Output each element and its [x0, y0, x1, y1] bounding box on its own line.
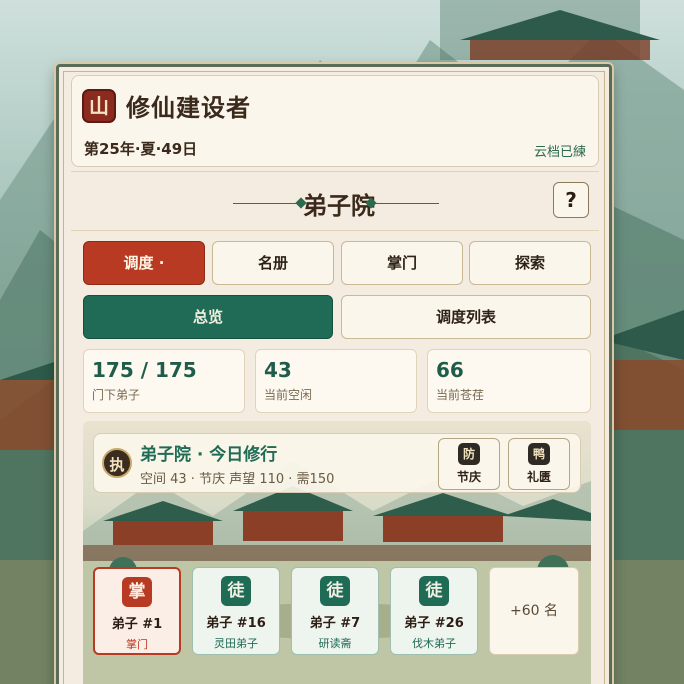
disciple-role: 伐木弟子: [412, 637, 456, 650]
stat-idle: 43 当前空闲: [255, 349, 417, 413]
disciple-role: 灵田弟子: [214, 637, 258, 650]
scene-header: 执 弟子院 · 今日修行 空间 43 · 节庆 声望 110 · 需150 防 …: [93, 433, 581, 493]
help-button[interactable]: ?: [553, 182, 589, 218]
rank-badge-icon: 徒: [221, 576, 251, 606]
more-disciples-button[interactable]: +60 名: [489, 567, 579, 655]
gift-icon: 鸭: [528, 443, 550, 465]
festival-label: 节庆: [456, 470, 481, 484]
stat-label: 当前空闲: [264, 388, 313, 402]
execute-seal-icon: 执: [102, 448, 132, 478]
stat-disciples: 175 / 175 门下弟子: [83, 349, 245, 413]
gift-box-button[interactable]: 鸭 礼匮: [508, 438, 570, 490]
scene-subtitle: 空间 43 · 节庆 声望 110 · 需150: [140, 472, 335, 487]
stat-value: 66: [436, 358, 464, 382]
tab-roster[interactable]: 名册: [212, 241, 334, 285]
rank-badge-icon: 掌: [122, 577, 152, 607]
tab-dispatch[interactable]: 调度 ·: [83, 241, 205, 285]
scene-title: 弟子院 · 今日修行: [140, 445, 278, 465]
stat-busy: 66 当前苍荏: [427, 349, 591, 413]
disciple-courtyard-scene: 执 弟子院 · 今日修行 空间 43 · 节庆 声望 110 · 需150 防 …: [83, 421, 591, 684]
subtab-overview[interactable]: 总览: [83, 295, 333, 339]
title-divider-right: [375, 203, 439, 204]
disciple-role: 掌门: [126, 638, 148, 651]
tab-sect-leader[interactable]: 掌门: [341, 241, 463, 285]
festival-icon: 防: [458, 443, 480, 465]
gift-label: 礼匮: [526, 470, 551, 484]
stat-label: 门下弟子: [92, 388, 141, 402]
main-tabs: 调度 · 名册 掌门 探索: [83, 241, 591, 285]
sub-tabs: 总览 调度列表: [83, 295, 591, 339]
stat-value: 43: [264, 358, 292, 382]
stat-value: 175 / 175: [92, 358, 197, 382]
cloud-save-status[interactable]: 云档已練: [534, 141, 586, 160]
app-title: 修仙建设者: [126, 93, 251, 122]
disciple-name: 弟子 #7: [309, 616, 361, 631]
rank-badge-icon: 徒: [419, 576, 449, 606]
disciple-card[interactable]: 徒 弟子 #26 伐木弟子: [390, 567, 478, 655]
disciple-card[interactable]: 掌 弟子 #1 掌门: [93, 567, 181, 655]
title-divider-left: [233, 203, 297, 204]
disciple-name: 弟子 #26: [404, 616, 464, 631]
section-title-bar: 弟子院 ?: [71, 171, 599, 231]
app-header: 山 修仙建设者 第25年·夏·49日 云档已練: [71, 75, 599, 167]
rank-badge-icon: 徒: [320, 576, 350, 606]
disciple-role: 研读斋: [318, 637, 352, 650]
page-title: 弟子院: [303, 191, 375, 220]
festival-button[interactable]: 防 节庆: [438, 438, 500, 490]
disciple-card[interactable]: 徒 弟子 #7 研读斋: [291, 567, 379, 655]
main-panel: 山 修仙建设者 第25年·夏·49日 云档已練 弟子院 ? 调度 · 名册 掌门…: [56, 64, 612, 684]
mountain-logo-icon: 山: [82, 89, 116, 123]
disciple-card[interactable]: 徒 弟子 #16 灵田弟子: [192, 567, 280, 655]
stat-label: 当前苍荏: [436, 388, 485, 402]
disciple-name: 弟子 #16: [206, 616, 266, 631]
disciple-cards: 掌 弟子 #1 掌门 徒 弟子 #16 灵田弟子 徒 弟子 #7 研读斋 徒 弟…: [93, 567, 581, 659]
stats-row: 175 / 175 门下弟子 43 当前空闲 66 当前苍荏: [83, 349, 591, 413]
game-date: 第25年·夏·49日: [84, 140, 198, 158]
subtab-dispatch-list[interactable]: 调度列表: [341, 295, 591, 339]
tab-explore[interactable]: 探索: [469, 241, 591, 285]
disciple-name: 弟子 #1: [111, 617, 163, 632]
